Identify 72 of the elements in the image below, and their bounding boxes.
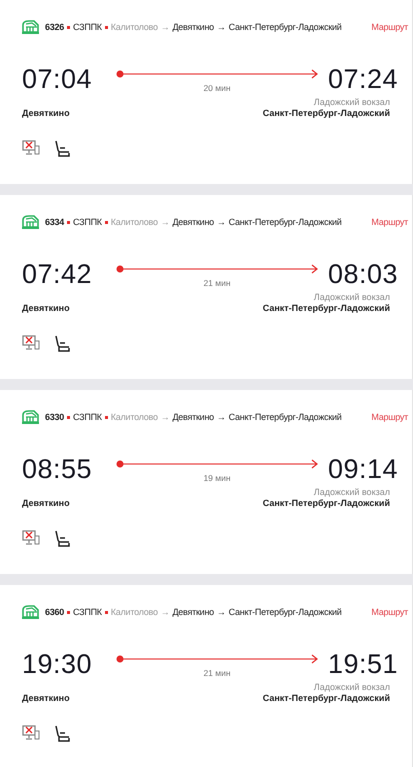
duration: 21 мин [202, 668, 232, 678]
no-screen-icon [22, 140, 40, 156]
departure-station: Девяткино [22, 498, 70, 508]
arrival-station-note: Ладожский вокзал [314, 292, 390, 302]
arrival-time: 08:03 [328, 259, 400, 290]
arrival-station: Санкт-Петербург-Ладожский [262, 498, 390, 508]
arrival-station: Санкт-Петербург-Ладожский [262, 108, 390, 118]
arrow: → [160, 217, 170, 227]
route-link[interactable]: Маршрут [367, 22, 408, 32]
arrow: → [216, 22, 226, 32]
arrow: → [160, 607, 170, 617]
train-number: 6326 [45, 22, 64, 32]
arrow-head-icon [311, 654, 319, 664]
departure-time: 19:30 [22, 649, 94, 680]
carrier: СЗППК [73, 412, 102, 422]
duration: 20 мин [202, 82, 232, 92]
route-link[interactable]: Маршрут [367, 412, 408, 422]
departure-station: Девяткино [22, 303, 70, 313]
departure-station: Девяткино [22, 108, 70, 118]
origin-station: Калитолово [110, 412, 158, 422]
arrow-head-icon [311, 264, 319, 274]
duration: 19 мин [202, 472, 232, 482]
carrier: СЗППК [73, 217, 102, 227]
seat-icon [54, 725, 70, 742]
departure-time: 07:04 [22, 64, 94, 95]
route-link[interactable]: Маршрут [367, 217, 408, 227]
train-icon [22, 215, 39, 229]
origin-station: Калитолово [110, 22, 158, 32]
no-screen-icon [22, 725, 40, 741]
train-icon [22, 605, 39, 619]
seat-icon [54, 530, 70, 547]
origin-station: Калитолово [110, 217, 158, 227]
arrow-head-icon [311, 68, 319, 78]
train-icon [22, 410, 39, 424]
via-station: Девяткино [172, 217, 214, 227]
destination-station: Санкт-Петербург-Ладожский [228, 412, 342, 422]
arrival-station-note: Ладожский вокзал [314, 682, 390, 692]
arrival-time: 09:14 [328, 454, 400, 485]
train-number: 6330 [45, 412, 64, 422]
arrival-station: Санкт-Петербург-Ладожский [262, 693, 390, 703]
carrier: СЗППК [73, 22, 102, 32]
arrow: → [160, 22, 170, 32]
carrier: СЗППК [73, 607, 102, 617]
departure-time: 07:42 [22, 259, 94, 290]
route-link[interactable]: Маршрут [367, 607, 408, 617]
arrival-station: Санкт-Петербург-Ладожский [262, 303, 390, 313]
arrow: → [216, 412, 226, 422]
origin-station: Калитолово [110, 607, 158, 617]
duration: 21 мин [202, 278, 232, 288]
destination-station: Санкт-Петербург-Ладожский [228, 217, 342, 227]
departure-time: 08:55 [22, 454, 94, 485]
via-station: Девяткино [172, 22, 214, 32]
arrow: → [216, 607, 226, 617]
destination-station: Санкт-Петербург-Ладожский [228, 607, 342, 617]
seat-icon [54, 140, 70, 157]
arrival-time: 19:51 [328, 649, 400, 680]
departure-station: Девяткино [22, 693, 70, 703]
via-station: Девяткино [172, 607, 214, 617]
arrow: → [216, 217, 226, 227]
train-number: 6360 [45, 607, 64, 617]
train-icon [22, 20, 39, 34]
no-screen-icon [22, 530, 40, 546]
via-station: Девяткино [172, 412, 214, 422]
destination-station: Санкт-Петербург-Ладожский [228, 22, 342, 32]
seat-icon [54, 335, 70, 352]
arrow: → [160, 412, 170, 422]
arrow-head-icon [311, 458, 319, 468]
train-number: 6334 [45, 217, 64, 227]
no-screen-icon [22, 335, 40, 351]
arrival-station-note: Ладожский вокзал [314, 97, 390, 107]
arrival-time: 07:24 [328, 64, 400, 95]
arrival-station-note: Ладожский вокзал [314, 487, 390, 497]
